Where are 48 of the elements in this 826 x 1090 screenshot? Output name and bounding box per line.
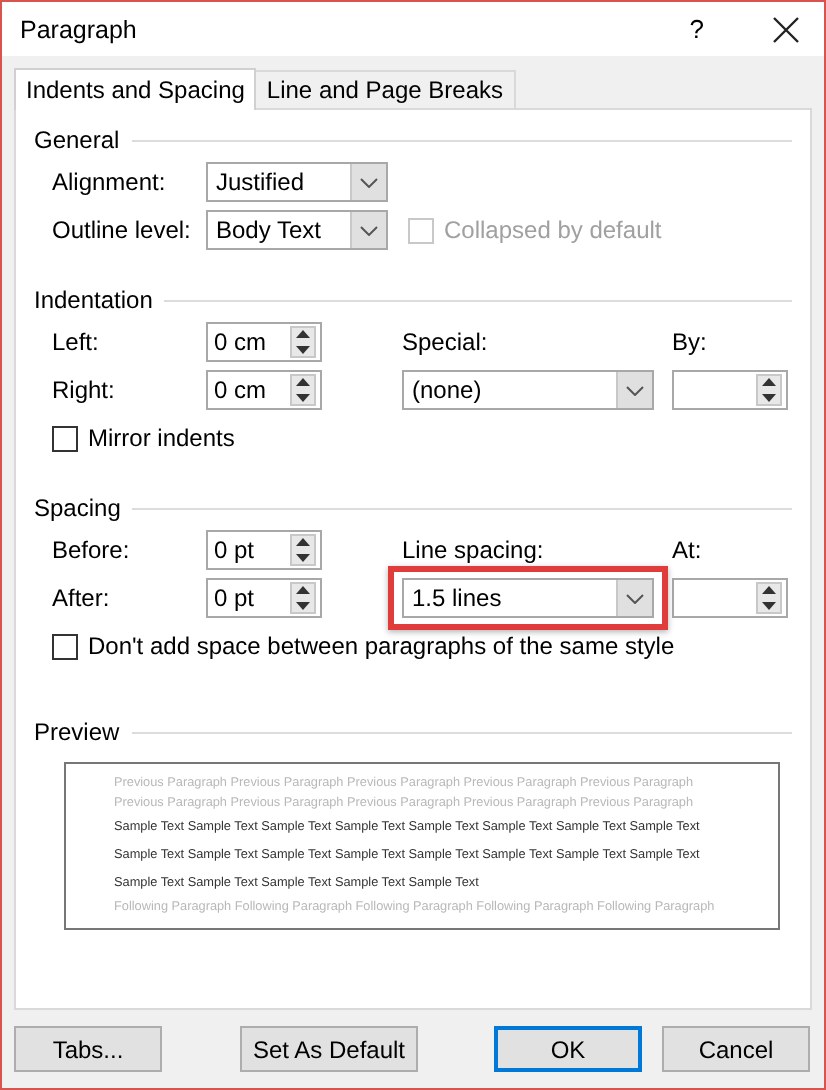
field-label: After: [52,584,112,612]
field-label: At: [672,536,704,564]
chevron-icon [360,225,378,235]
dialog-button[interactable]: Set As Default [240,1026,418,1072]
dialog-button[interactable]: OK [494,1026,642,1072]
chevron-icon [626,593,644,603]
field-label: Right: [52,376,117,404]
close-icon[interactable] [772,15,800,43]
field-label: Alignment: [52,168,168,196]
field-label: By: [672,328,709,356]
spin-arrows-icon [296,328,310,356]
section-heading: Spacing [34,494,121,522]
right-spinner[interactable]: 0 cm [206,370,322,410]
spin-arrows-icon [762,376,776,404]
chevron-icon [626,385,644,395]
help-button[interactable]: ? [689,14,704,44]
checkbox[interactable] [52,425,78,451]
spin-arrows-icon [762,584,776,612]
field-label: Before: [52,536,132,564]
by-spinner[interactable] [672,370,788,410]
outline-level-dropdown[interactable]: Body Text [206,210,388,250]
spin-arrows-icon [296,376,310,404]
checkbox-label: Don't add space between paragraphs of the same style [88,632,675,660]
tab[interactable]: Line and Page Breaks [254,70,516,108]
chevron-icon [360,177,378,187]
checkbox-label: Collapsed by default [444,216,662,244]
field-label: Left: [52,328,101,356]
field-label: Special: [402,328,490,356]
field-label: Line spacing: [402,536,546,564]
section-heading: General [34,126,120,154]
special-dropdown[interactable]: (none) [402,370,654,410]
before-spinner[interactable]: 0 pt [206,530,322,570]
window-title: Paragraph [20,15,139,43]
line-spacing-dropdown[interactable]: 1.5 lines [402,578,654,618]
checkbox[interactable] [52,633,78,659]
after-spinner[interactable]: 0 pt [206,578,322,618]
left-spinner[interactable]: 0 cm [206,322,322,362]
tab[interactable]: Indents and Spacing [14,68,257,110]
section-heading: Preview [34,718,120,746]
dialog-button[interactable]: Tabs... [14,1026,162,1072]
spin-arrows-icon [296,536,310,564]
checkbox-label: Mirror indents [88,424,235,452]
alignment-dropdown[interactable]: Justified [206,162,388,202]
field-label: Outline level: [52,216,193,244]
dialog-button[interactable]: Cancel [662,1026,810,1072]
at-spinner[interactable] [672,578,788,618]
section-heading: Indentation [34,286,153,314]
spin-arrows-icon [296,584,310,612]
